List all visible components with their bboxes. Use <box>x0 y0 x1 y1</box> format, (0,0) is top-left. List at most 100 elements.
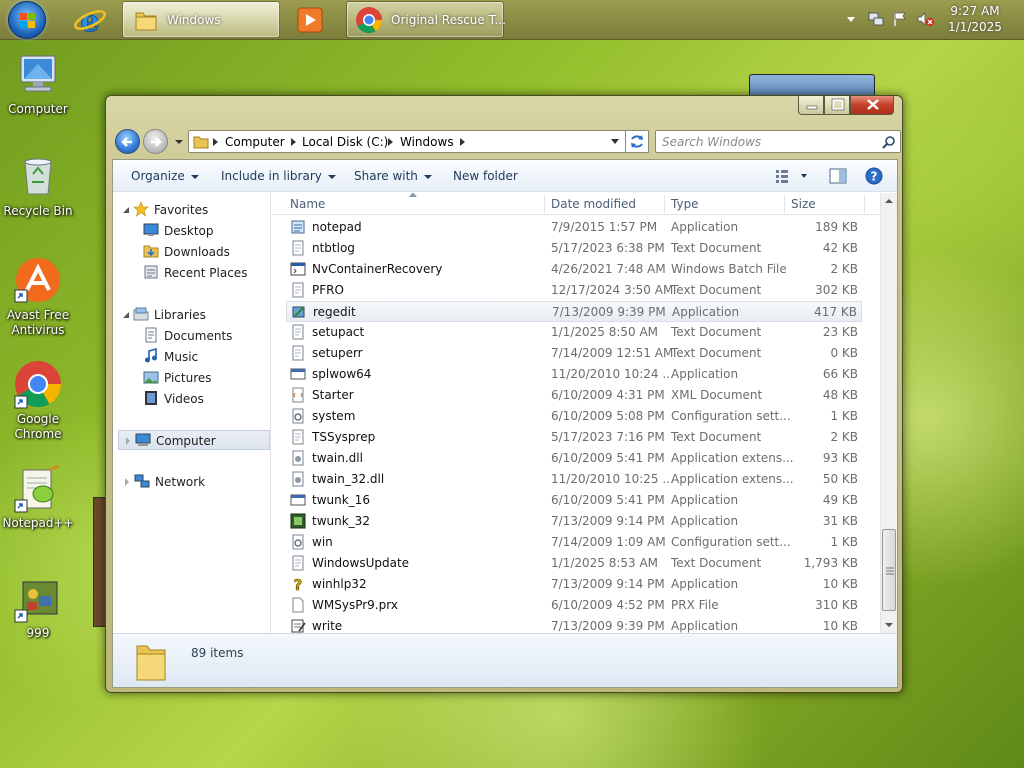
close-button[interactable] <box>850 96 894 115</box>
desktop-icon-notepad-plus-plus[interactable]: Notepad++ <box>0 464 76 531</box>
network-icon[interactable] <box>868 11 884 27</box>
item-count: 89 items <box>191 646 244 660</box>
address-history-dropdown-icon[interactable] <box>610 138 620 146</box>
file-type: Text Document <box>671 241 762 255</box>
desktop-icon-computer[interactable]: Computer <box>0 50 76 117</box>
file-row[interactable]: WindowsUpdate 1/1/2025 8:53 AM Text Docume… <box>286 553 862 574</box>
nav-favorites[interactable]: Favorites <box>122 200 208 220</box>
file-row[interactable]: notepad 7/9/2015 1:57 PM Application 189 KB <box>286 217 862 238</box>
start-button[interactable] <box>8 1 46 39</box>
address-bar[interactable]: Computer Local Disk (C:) Windows <box>188 130 646 153</box>
scroll-up-icon[interactable] <box>885 199 893 203</box>
file-row[interactable]: twain_32.dll 11/20/2010 10:25 ... Applicat… <box>286 469 862 490</box>
maximize-icon <box>831 98 845 111</box>
file-row[interactable]: splwow64 11/20/2010 10:24 ... Application 6… <box>286 364 862 385</box>
breadcrumb-local-disk[interactable]: Local Disk (C:) <box>302 135 388 149</box>
desktop-icon-label: Avast Free Antivirus <box>6 308 70 337</box>
desktop-icon-google-chrome[interactable]: Google Chrome <box>0 360 76 442</box>
media-player-icon[interactable] <box>292 3 328 37</box>
search-icon[interactable] <box>882 135 896 149</box>
nav-computer[interactable]: Computer <box>118 430 270 450</box>
desktop-icon-avast[interactable]: Avast Free Antivirus <box>0 256 76 338</box>
organize-menu[interactable]: Organize <box>131 169 199 183</box>
expanded-arrow-icon <box>123 312 129 318</box>
minimize-button[interactable] <box>798 96 824 115</box>
file-row[interactable]: TSSysprep 5/17/2023 7:16 PM Text Document 2… <box>286 427 862 448</box>
file-type: Text Document <box>671 556 762 570</box>
file-row[interactable]: ? winhlp32 7/13/2009 9:14 PM Application 10 … <box>286 574 862 595</box>
breadcrumb-windows[interactable]: Windows <box>400 135 454 149</box>
share-with-menu[interactable]: Share with <box>354 169 432 183</box>
file-row[interactable]: setuperr 7/14/2009 12:51 AM Text Document 0… <box>286 343 862 364</box>
desktop-icon-recycle-bin[interactable]: Recycle Bin <box>0 152 76 219</box>
file-row[interactable]: system 6/10/2009 5:08 PM Configuration set… <box>286 406 862 427</box>
recycle-bin-icon <box>24 158 52 195</box>
nav-downloads[interactable]: Downloads <box>143 242 230 262</box>
volume-muted-icon[interactable] <box>916 11 934 27</box>
file-row[interactable]: WMSysPr9.prx 6/10/2009 4:52 PM PRX File 310… <box>286 595 862 616</box>
file-row[interactable]: Starter 6/10/2009 4:31 PM XML Document 48 K… <box>286 385 862 406</box>
file-type: Configuration sett... <box>671 409 791 423</box>
taskbar-button-windows-explorer[interactable]: Windows <box>122 1 280 38</box>
action-center-flag-icon[interactable] <box>892 11 908 27</box>
file-row[interactable]: regedit 7/13/2009 9:39 PM Application 417 K… <box>286 301 862 322</box>
wordpad-icon <box>291 619 306 633</box>
internet-explorer-icon[interactable]: e <box>72 3 108 40</box>
desktop-icon-999[interactable]: 999 <box>0 574 76 641</box>
chevron-down-icon <box>190 174 199 179</box>
change-view-button[interactable] <box>775 168 811 184</box>
file-size: 31 KB <box>822 514 858 528</box>
help-icon[interactable]: ? <box>864 166 884 186</box>
new-folder-button[interactable]: New folder <box>453 169 518 183</box>
forward-button[interactable] <box>143 129 168 154</box>
show-hidden-icons-icon[interactable] <box>846 15 856 25</box>
file-row[interactable]: write 7/13/2009 9:39 PM Application 10 KB <box>286 616 862 633</box>
file-size: 66 KB <box>822 367 858 381</box>
file-row[interactable]: win 7/14/2009 1:09 AM Configuration sett..… <box>286 532 862 553</box>
file-row[interactable]: twunk_32 7/13/2009 9:14 PM Application 31 K… <box>286 511 862 532</box>
file-size: 10 KB <box>822 619 858 633</box>
file-row[interactable]: PFRO 12/17/2024 3:50 AM Text Document 302 K… <box>286 280 862 301</box>
windows-logo-icon <box>20 13 36 29</box>
network-icon <box>134 474 150 488</box>
file-date-modified: 7/9/2015 1:57 PM <box>551 220 658 234</box>
nav-music[interactable]: Music <box>143 347 198 367</box>
search-input[interactable] <box>656 131 866 152</box>
search-box[interactable] <box>655 130 901 153</box>
include-in-library-menu[interactable]: Include in library <box>221 169 336 183</box>
preview-pane-button[interactable] <box>829 167 847 185</box>
nav-videos[interactable]: Videos <box>143 389 204 409</box>
breadcrumb-computer[interactable]: Computer <box>225 135 285 149</box>
back-button[interactable] <box>115 129 140 154</box>
refresh-button[interactable] <box>625 130 649 153</box>
text-document-icon <box>292 429 304 445</box>
clock[interactable]: 9:27 AM 1/1/2025 <box>940 3 1010 35</box>
nav-recent-places[interactable]: Recent Places <box>143 263 247 283</box>
file-row[interactable]: twunk_16 6/10/2009 5:41 PM Application 49 K… <box>286 490 862 511</box>
file-row[interactable]: NvContainerRecovery 4/26/2021 7:48 AM Wind… <box>286 259 862 280</box>
column-header-date[interactable]: Date modified <box>551 197 636 211</box>
column-header-type[interactable]: Type <box>671 197 699 211</box>
file-name: Starter <box>312 388 354 402</box>
scroll-down-icon[interactable] <box>885 623 893 627</box>
file-row[interactable]: twain.dll 6/10/2009 5:41 PM Application ex… <box>286 448 862 469</box>
scrollbar-thumb[interactable] <box>882 529 896 611</box>
notepad-plus-plus-icon <box>14 464 60 513</box>
computer-icon <box>20 55 56 92</box>
file-row[interactable]: ntbtlog 5/17/2023 6:38 PM Text Document 42 … <box>286 238 862 259</box>
nav-network[interactable]: Network <box>123 472 205 492</box>
taskbar-button-chrome[interactable]: Original Rescue T... <box>346 1 506 38</box>
dll-file-icon <box>292 450 304 466</box>
nav-libraries[interactable]: Libraries <box>122 305 206 325</box>
maximize-button[interactable] <box>824 96 850 115</box>
recent-pages-button[interactable] <box>174 136 184 146</box>
column-header-name[interactable]: Name <box>290 197 325 211</box>
nav-music-label: Music <box>164 350 199 364</box>
file-type: Application <box>672 305 740 319</box>
nav-desktop[interactable]: Desktop <box>143 221 214 241</box>
file-row[interactable]: setupact 1/1/2025 8:50 AM Text Document 23 … <box>286 322 862 343</box>
nav-pictures[interactable]: Pictures <box>143 368 212 388</box>
vertical-scrollbar[interactable] <box>880 193 897 633</box>
column-header-size[interactable]: Size <box>791 197 816 211</box>
nav-documents[interactable]: Documents <box>143 326 232 346</box>
